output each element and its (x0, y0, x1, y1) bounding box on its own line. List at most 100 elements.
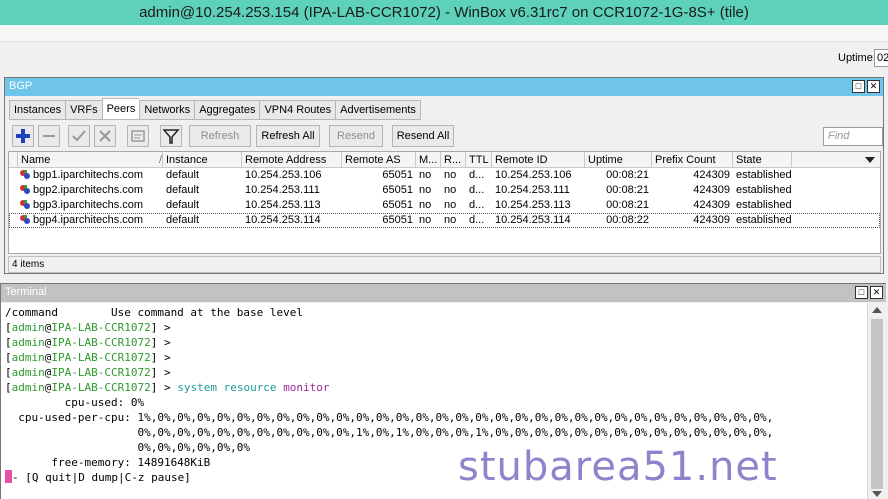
uptime-value: 02 (874, 49, 888, 67)
menu-bar (0, 25, 888, 42)
header-remote-address[interactable]: Remote Address (242, 152, 342, 168)
refresh-button[interactable]: Refresh (189, 125, 251, 147)
add-button[interactable] (12, 125, 34, 147)
close-icon: ✕ (872, 287, 881, 297)
window-titlebar[interactable]: admin@10.254.253.154 (IPA-LAB-CCR1072) -… (0, 0, 888, 25)
terminal-scrollbar[interactable] (867, 303, 887, 499)
header-remote-id[interactable]: Remote ID (492, 152, 585, 168)
peer-remote-address: 10.254.253.111 (245, 184, 320, 196)
terminal-prompt: [admin@IPA-LAB-CCR1072] > (5, 351, 178, 364)
minus-icon (43, 135, 55, 137)
header-prefix-count[interactable]: Prefix Count (652, 152, 733, 168)
table-row[interactable]: bgp4.iparchitechs.com default 10.254.253… (9, 213, 880, 228)
bgp-window: BGP □ ✕ Instances VRFs Peers Networks Ag… (4, 77, 884, 274)
scroll-up-icon[interactable] (872, 307, 882, 313)
peer-remote-as: 65051 (382, 169, 413, 181)
status-line: Uptime: 02 (0, 43, 888, 73)
filter-icon (162, 129, 180, 144)
peer-icon (19, 199, 31, 210)
peer-instance: default (166, 169, 200, 181)
tab-vrfs[interactable]: VRFs (65, 100, 102, 120)
refresh-all-button[interactable]: Refresh All (256, 125, 320, 147)
terminal-line: cpu-used-per-cpu: 1%,0%,0%,0%,0%,0%,0%,0… (5, 411, 774, 424)
resend-button[interactable]: Resend (329, 125, 383, 147)
peer-icon (19, 214, 31, 225)
close-button[interactable]: ✕ (867, 80, 880, 93)
header-ttl[interactable]: TTL (466, 152, 492, 168)
item-count: 4 items (8, 256, 881, 273)
terminal-line: /command Use command at the base level (5, 306, 304, 319)
comment-button[interactable] (127, 125, 149, 147)
chevron-down-icon (865, 157, 875, 163)
tab-peers[interactable]: Peers (101, 98, 140, 120)
peer-instance: default (166, 214, 200, 226)
peer-route-reflect: no (444, 214, 457, 226)
check-icon (72, 130, 86, 142)
enable-button[interactable] (68, 125, 90, 147)
tab-networks[interactable]: Networks (139, 100, 195, 120)
peer-name: bgp3.iparchitechs.com (33, 199, 144, 211)
header-uptime[interactable]: Uptime (585, 152, 652, 168)
table-header: Name / Instance Remote Address Remote AS… (9, 152, 880, 168)
window-title: admin@10.254.253.154 (IPA-LAB-CCR1072) -… (139, 4, 749, 21)
resend-all-button[interactable]: Resend All (392, 125, 454, 147)
scroll-thumb[interactable] (871, 319, 883, 489)
peer-uptime: 00:08:21 (606, 169, 649, 181)
peer-multihop: no (419, 199, 432, 211)
peer-name: bgp1.iparchitechs.com (33, 169, 144, 181)
peer-name: bgp4.iparchitechs.com (33, 214, 144, 226)
cross-icon (99, 130, 111, 142)
close-button[interactable]: ✕ (870, 286, 883, 299)
bgp-window-titlebar[interactable]: BGP □ ✕ (5, 78, 883, 96)
peer-remote-address: 10.254.253.114 (245, 214, 321, 226)
terminal-command-line: [admin@IPA-LAB-CCR1072] > system resourc… (5, 381, 330, 394)
header-state[interactable]: State (733, 152, 792, 168)
plus-icon (16, 129, 30, 143)
scroll-down-icon[interactable] (872, 491, 882, 497)
column-menu-button[interactable] (861, 152, 881, 168)
find-input[interactable]: Find (823, 127, 883, 146)
maximize-icon: □ (858, 287, 865, 297)
filter-button[interactable] (160, 125, 182, 147)
header-route-reflect[interactable]: R... (441, 152, 466, 168)
table-row[interactable]: bgp2.iparchitechs.com default 10.254.253… (9, 183, 880, 198)
maximize-button[interactable]: □ (855, 286, 868, 299)
terminal-prompt: [admin@IPA-LAB-CCR1072] > (5, 366, 178, 379)
peer-remote-address: 10.254.253.113 (245, 199, 321, 211)
uptime-label: Uptime: (838, 52, 876, 64)
peer-instance: default (166, 184, 200, 196)
peer-state: established (736, 184, 792, 196)
peer-remote-id: 10.254.253.114 (495, 214, 571, 226)
terminal-titlebar[interactable]: Terminal □ ✕ (1, 284, 886, 302)
tab-aggregates[interactable]: Aggregates (194, 100, 260, 120)
terminal-cursor (5, 470, 12, 483)
peer-icon (19, 184, 31, 195)
table-row[interactable]: bgp3.iparchitechs.com default 10.254.253… (9, 198, 880, 213)
peer-remote-as: 65051 (382, 184, 413, 196)
peer-ttl: d... (469, 169, 485, 181)
header-name[interactable]: Name (18, 152, 163, 168)
peer-icon (19, 169, 31, 180)
header-multihop[interactable]: M... (416, 152, 441, 168)
tab-instances[interactable]: Instances (9, 100, 66, 120)
disable-button[interactable] (94, 125, 116, 147)
peer-remote-id: 10.254.253.113 (495, 199, 571, 211)
peer-prefix-count: 424309 (693, 199, 730, 211)
header-instance[interactable]: Instance (163, 152, 242, 168)
terminal-prompt: [admin@IPA-LAB-CCR1072] > (5, 336, 178, 349)
header-remote-as[interactable]: Remote AS (342, 152, 416, 168)
bgp-tabs: Instances VRFs Peers Networks Aggregates… (9, 98, 421, 120)
terminal-line: 0%,0%,0%,0%,0%,0% (5, 441, 251, 454)
peer-prefix-count: 424309 (693, 184, 730, 196)
tab-vpn4-routes[interactable]: VPN4 Routes (259, 100, 336, 120)
maximize-button[interactable]: □ (852, 80, 865, 93)
remove-button[interactable] (38, 125, 60, 147)
maximize-icon: □ (855, 81, 862, 91)
table-row[interactable]: bgp1.iparchitechs.com default 10.254.253… (9, 168, 880, 183)
peer-remote-address: 10.254.253.106 (245, 169, 322, 181)
bgp-toolbar: Refresh Refresh All Resend Resend All Fi… (9, 124, 883, 150)
terminal-prompt: [admin@IPA-LAB-CCR1072] > (5, 321, 178, 334)
peer-route-reflect: no (444, 199, 457, 211)
peer-prefix-count: 424309 (693, 214, 730, 226)
tab-advertisements[interactable]: Advertisements (335, 100, 421, 120)
